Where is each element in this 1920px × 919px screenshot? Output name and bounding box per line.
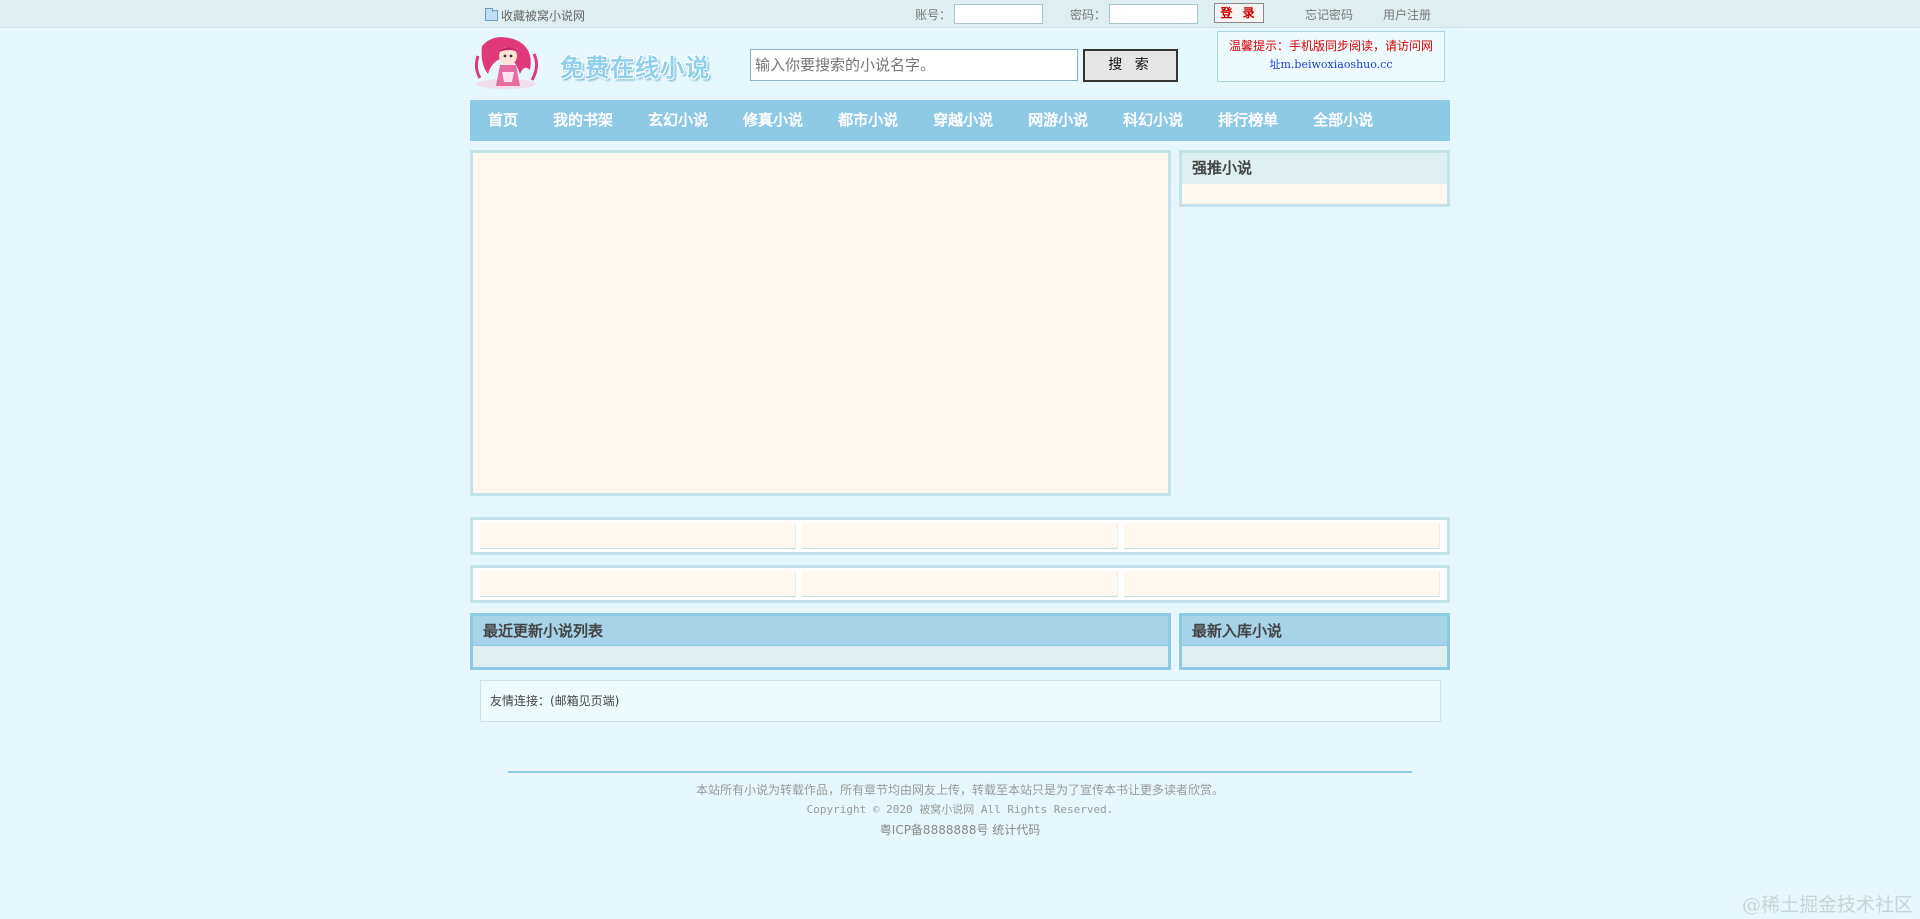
latest-updates-panel: 最近更新小说列表 [470, 613, 1171, 670]
nav-item-all[interactable]: 全部小说 [1313, 100, 1373, 141]
nav-item-kehuan[interactable]: 科幻小说 [1123, 100, 1183, 141]
password-input[interactable] [1109, 4, 1198, 24]
search-button[interactable]: 搜 索 [1083, 49, 1178, 82]
account-input[interactable] [954, 4, 1043, 24]
main-nav: 首页 我的书架 玄幻小说 修真小说 都市小说 穿越小说 网游小说 科幻小说 排行… [470, 100, 1450, 141]
footer-icp[interactable]: 粤ICP备8888888号 统计代码 [0, 821, 1920, 838]
mobile-tip-text: 温馨提示：手机版同步阅读，请访问网 [1228, 39, 1433, 53]
footer-copyright: Copyright © 2020 被窝小说网 All Rights Reserv… [806, 803, 1114, 816]
bookmark-site-label: 收藏被窝小说网 [501, 9, 586, 23]
book-strip-cell [802, 571, 1118, 597]
password-label: 密码： [1070, 8, 1107, 22]
mobile-tip-url[interactable]: 址m.beiwoxiaoshuo.cc [1218, 56, 1444, 72]
footer-disclaimer: 本站所有小说为转载作品，所有章节均由网友上传，转载至本站只是为了宣传本书让更多读… [695, 783, 1224, 797]
book-strip-cell [480, 523, 796, 549]
folder-icon [485, 8, 498, 21]
top-bar: 收藏被窝小说网 账号： 密码： 登 录 忘记密码 用户注册 [0, 0, 1920, 28]
mobile-tip-box: 温馨提示：手机版同步阅读，请访问网 址m.beiwoxiaoshuo.cc [1217, 31, 1445, 82]
latest-updates-title: 最近更新小说列表 [473, 616, 1168, 646]
nav-item-chuanyue[interactable]: 穿越小说 [933, 100, 993, 141]
friend-links: 友情连接：(邮箱见页端) [480, 680, 1441, 722]
search-input[interactable] [750, 49, 1078, 81]
newest-books-panel: 最新入库小说 [1179, 613, 1450, 670]
nav-item-dushi[interactable]: 都市小说 [838, 100, 898, 141]
book-strip-cell [1124, 571, 1440, 597]
book-strip-1 [470, 517, 1450, 555]
nav-item-xuanhuan[interactable]: 玄幻小说 [648, 100, 708, 141]
watermark: @稀土掘金技术社区 [1741, 894, 1913, 916]
newest-books-title: 最新入库小说 [1182, 616, 1447, 646]
featured-banner [470, 150, 1171, 496]
nav-item-bookshelf[interactable]: 我的书架 [553, 100, 613, 141]
nav-item-home[interactable]: 首页 [488, 100, 518, 141]
book-strip-cell [802, 523, 1118, 549]
book-strip-cell [1124, 523, 1440, 549]
recommend-title: 强推小说 [1182, 153, 1447, 184]
book-strip-2 [470, 565, 1450, 603]
register-link[interactable]: 用户注册 [1383, 6, 1431, 23]
nav-item-ranking[interactable]: 排行榜单 [1218, 100, 1278, 141]
logo-text: 免费在线小说 [560, 54, 710, 82]
login-button[interactable]: 登 录 [1214, 3, 1264, 23]
forgot-password-link[interactable]: 忘记密码 [1305, 6, 1353, 23]
nav-item-xiuzhen[interactable]: 修真小说 [743, 100, 803, 141]
book-strip-cell [480, 571, 796, 597]
nav-item-wangyou[interactable]: 网游小说 [1028, 100, 1088, 141]
recommend-box: 强推小说 [1179, 150, 1450, 207]
footer-divider [508, 771, 1412, 773]
bookmark-site-link[interactable]: 收藏被窝小说网 [485, 7, 585, 24]
account-label: 账号： [915, 8, 952, 22]
